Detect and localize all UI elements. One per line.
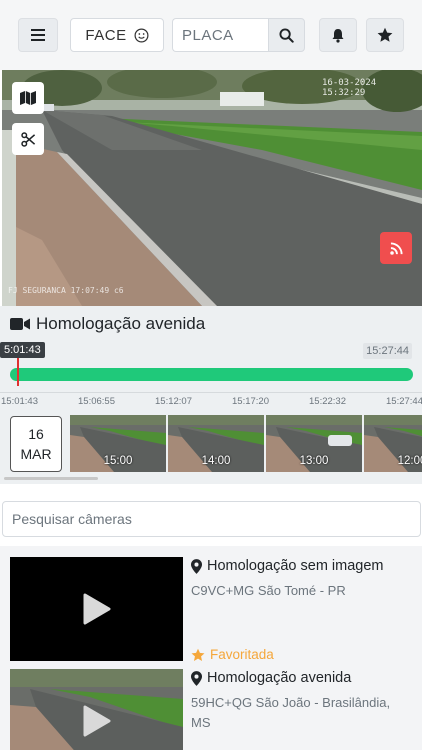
timeline-tick: 15:27:44 [386,396,422,407]
face-label: FACE [85,26,127,44]
video-camera-icon [10,318,30,330]
plate-search-button[interactable] [268,18,305,52]
map-icon [20,91,36,105]
thumbnails-scrollbar[interactable] [4,477,98,480]
camera-search-input[interactable] [2,501,421,537]
camera-list-item[interactable]: Homologação avenida 59HC+QG São João - B… [0,669,422,750]
clip-button[interactable] [12,123,44,155]
hour-thumbnail-label: 15:00 [103,455,133,467]
timeline-current-time: 5:01:43 [0,342,45,358]
camera-list-item[interactable]: Homologação sem imagem C9VC+MG São Tomé … [0,557,422,673]
video-camera-overlay: FJ SEGURANCA 17:07:49 c6 [8,286,124,295]
rss-icon [389,241,403,255]
plate-search-group [172,18,305,52]
timeline-tick: 15:06:55 [78,396,115,407]
camera-name: Homologação avenida [191,670,411,686]
play-icon [83,705,111,737]
date-selector[interactable]: 16 MAR [10,416,62,472]
hour-thumbnail[interactable]: 12:00 [364,415,422,472]
camera-name-text: Homologação sem imagem [207,558,384,574]
timeline-tick: 15:12:07 [155,396,192,407]
location-pin-icon [191,558,202,574]
top-toolbar: FACE [0,0,422,70]
hour-thumbnail[interactable]: 15:00 [70,415,166,472]
plate-input[interactable] [172,18,268,52]
timeline-tick: 15:01:43 [1,396,38,407]
camera-video-frame [2,70,422,306]
map-button[interactable] [12,82,44,114]
camera-preview[interactable] [10,669,183,750]
hour-thumbnails: 15:00 14:00 13:00 12:00 [70,415,422,472]
star-icon [377,27,393,42]
live-feed-button[interactable] [380,232,412,264]
camera-address: C9VC+MG São Tomé - PR [191,583,346,598]
date-day: 16 [28,426,44,442]
timeline-ticks: 15:01:43 15:06:55 15:12:07 15:17:20 15:2… [0,392,422,408]
location-pin-icon [191,670,202,686]
favorite-label: Favoritada [210,647,274,662]
date-month: MAR [20,446,52,462]
hour-thumbnail-label: 12:00 [397,455,422,467]
notifications-button[interactable] [319,18,357,52]
timeline-bar[interactable] [10,368,413,381]
bell-icon [332,28,344,43]
favorite-badge[interactable]: Favoritada [191,647,274,662]
timeline-playhead[interactable] [17,358,19,386]
hour-thumbnail-label: 13:00 [299,455,329,467]
timeline-tick: 15:17:20 [232,396,269,407]
camera-address: 59HC+QG São João - Brasilândia, MS [191,695,391,730]
timeline-panel: Homologação avenida 5:01:43 15:27:44 15:… [0,306,422,484]
camera-title-text: Homologação avenida [36,314,206,333]
hour-thumbnail-label: 14:00 [201,455,231,467]
scissors-icon [20,131,35,147]
hour-thumbnail[interactable]: 13:00 [266,415,362,472]
hamburger-icon [31,29,45,41]
play-icon [83,593,111,625]
camera-preview[interactable] [10,557,183,661]
camera-info: Homologação sem imagem C9VC+MG São Tomé … [191,558,411,601]
camera-name-text: Homologação avenida [207,670,352,686]
camera-title: Homologação avenida [10,314,205,334]
video-timestamp-overlay: 16-03-2024 15:32:29 [322,78,377,98]
hour-thumbnail[interactable]: 14:00 [168,415,264,472]
timeline-end-time: 15:27:44 [363,343,412,359]
camera-video-player[interactable]: 16-03-2024 15:32:29 FJ SEGURANCA 17:07:4… [2,70,422,306]
smile-icon [134,28,149,42]
camera-name: Homologação sem imagem [191,558,411,574]
timeline-tick: 15:22:32 [309,396,346,407]
favorites-button[interactable] [366,18,404,52]
menu-button[interactable] [18,18,58,52]
face-search-button[interactable]: FACE [70,18,164,52]
camera-info: Homologação avenida 59HC+QG São João - B… [191,670,411,733]
camera-search-area [0,484,422,546]
search-icon [279,27,294,43]
camera-list: Homologação sem imagem C9VC+MG São Tomé … [0,546,422,750]
star-icon [191,648,205,661]
